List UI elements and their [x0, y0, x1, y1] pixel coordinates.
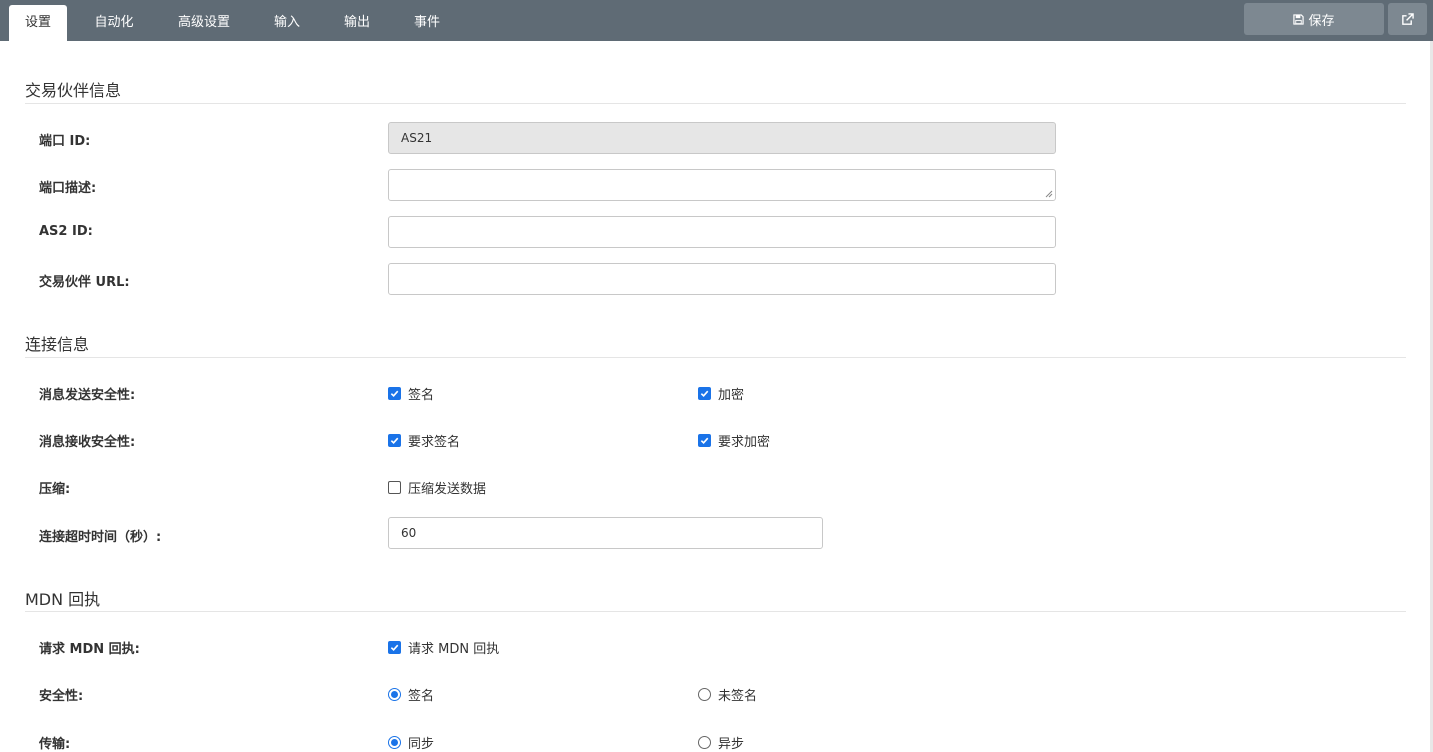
receive-security-label: 消息接收安全性:: [39, 435, 136, 450]
security-unsigned-option[interactable]: 未签名: [698, 685, 757, 704]
send-encrypt-label: 加密: [718, 388, 745, 403]
section-title-mdn: MDN 回执: [25, 590, 101, 609]
compress-send-checkbox[interactable]: [388, 481, 401, 494]
require-encrypt-checkbox[interactable]: [698, 434, 711, 447]
mdn-security-label: 安全性:: [39, 689, 84, 704]
security-signed-radio[interactable]: [388, 688, 401, 701]
request-mdn-label: 请求 MDN 回执:: [39, 642, 140, 657]
tab-events[interactable]: 事件: [402, 5, 452, 41]
transport-async-option[interactable]: 异步: [698, 733, 744, 752]
section-divider: [25, 611, 1406, 612]
resize-grip-icon[interactable]: [1045, 190, 1053, 198]
send-sign-option[interactable]: 签名: [388, 384, 434, 403]
compress-send-label: 压缩发送数据: [408, 482, 487, 497]
send-sign-label: 签名: [408, 388, 435, 403]
tab-settings[interactable]: 设置: [9, 5, 67, 41]
security-signed-label: 签名: [408, 689, 435, 704]
as2-id-label: AS2 ID:: [39, 224, 93, 239]
transport-sync-option[interactable]: 同步: [388, 733, 434, 752]
section-title-partner: 交易伙伴信息: [25, 81, 122, 100]
open-external-button[interactable]: [1388, 3, 1427, 35]
request-mdn-checkbox[interactable]: [388, 641, 401, 654]
section-divider: [25, 103, 1406, 104]
checkmark-icon: [700, 390, 709, 398]
section-title-connection: 连接信息: [25, 335, 90, 354]
send-sign-checkbox[interactable]: [388, 387, 401, 400]
tab-input[interactable]: 输入: [262, 5, 312, 41]
compress-send-option[interactable]: 压缩发送数据: [388, 478, 486, 497]
transport-async-radio[interactable]: [698, 736, 711, 749]
require-encrypt-label: 要求加密: [718, 435, 771, 450]
request-mdn-option-label: 请求 MDN 回执: [408, 642, 500, 657]
save-button-label: 保存: [1308, 13, 1335, 29]
section-divider: [25, 357, 1406, 358]
port-id-label: 端口 ID:: [39, 134, 91, 149]
transport-async-label: 异步: [718, 737, 745, 752]
compression-label: 压缩:: [39, 482, 71, 497]
request-mdn-option[interactable]: 请求 MDN 回执: [388, 638, 499, 657]
checkmark-icon: [390, 437, 399, 445]
port-id-field: AS21: [388, 122, 1056, 154]
checkmark-icon: [390, 644, 399, 652]
port-description-textarea[interactable]: [388, 169, 1056, 201]
floppy-disk-icon: [1293, 13, 1305, 25]
timeout-field[interactable]: 60: [388, 517, 823, 549]
top-tab-bar: 设置 自动化 高级设置 输入 输出 事件 保存: [0, 0, 1433, 41]
partner-url-label: 交易伙伴 URL:: [39, 275, 130, 290]
tab-output[interactable]: 输出: [332, 5, 382, 41]
send-encrypt-option[interactable]: 加密: [698, 384, 744, 403]
transport-sync-label: 同步: [408, 737, 435, 752]
send-security-label: 消息发送安全性:: [39, 388, 136, 403]
require-sign-label: 要求签名: [408, 435, 461, 450]
checkmark-icon: [390, 390, 399, 398]
save-button[interactable]: 保存: [1244, 3, 1384, 35]
external-link-icon: [1402, 12, 1414, 25]
as2-id-field[interactable]: [388, 216, 1056, 248]
require-sign-option[interactable]: 要求签名: [388, 431, 460, 450]
transport-sync-radio[interactable]: [388, 736, 401, 749]
transport-label: 传输:: [39, 737, 71, 752]
security-unsigned-radio[interactable]: [698, 688, 711, 701]
port-description-label: 端口描述:: [39, 181, 97, 196]
tab-advanced-settings[interactable]: 高级设置: [164, 5, 244, 41]
partner-url-field[interactable]: [388, 263, 1056, 295]
security-unsigned-label: 未签名: [718, 689, 758, 704]
tab-automation[interactable]: 自动化: [82, 5, 146, 41]
security-signed-option[interactable]: 签名: [388, 685, 434, 704]
send-encrypt-checkbox[interactable]: [698, 387, 711, 400]
timeout-label: 连接超时时间（秒）:: [39, 530, 162, 545]
require-encrypt-option[interactable]: 要求加密: [698, 431, 770, 450]
require-sign-checkbox[interactable]: [388, 434, 401, 447]
checkmark-icon: [700, 437, 709, 445]
